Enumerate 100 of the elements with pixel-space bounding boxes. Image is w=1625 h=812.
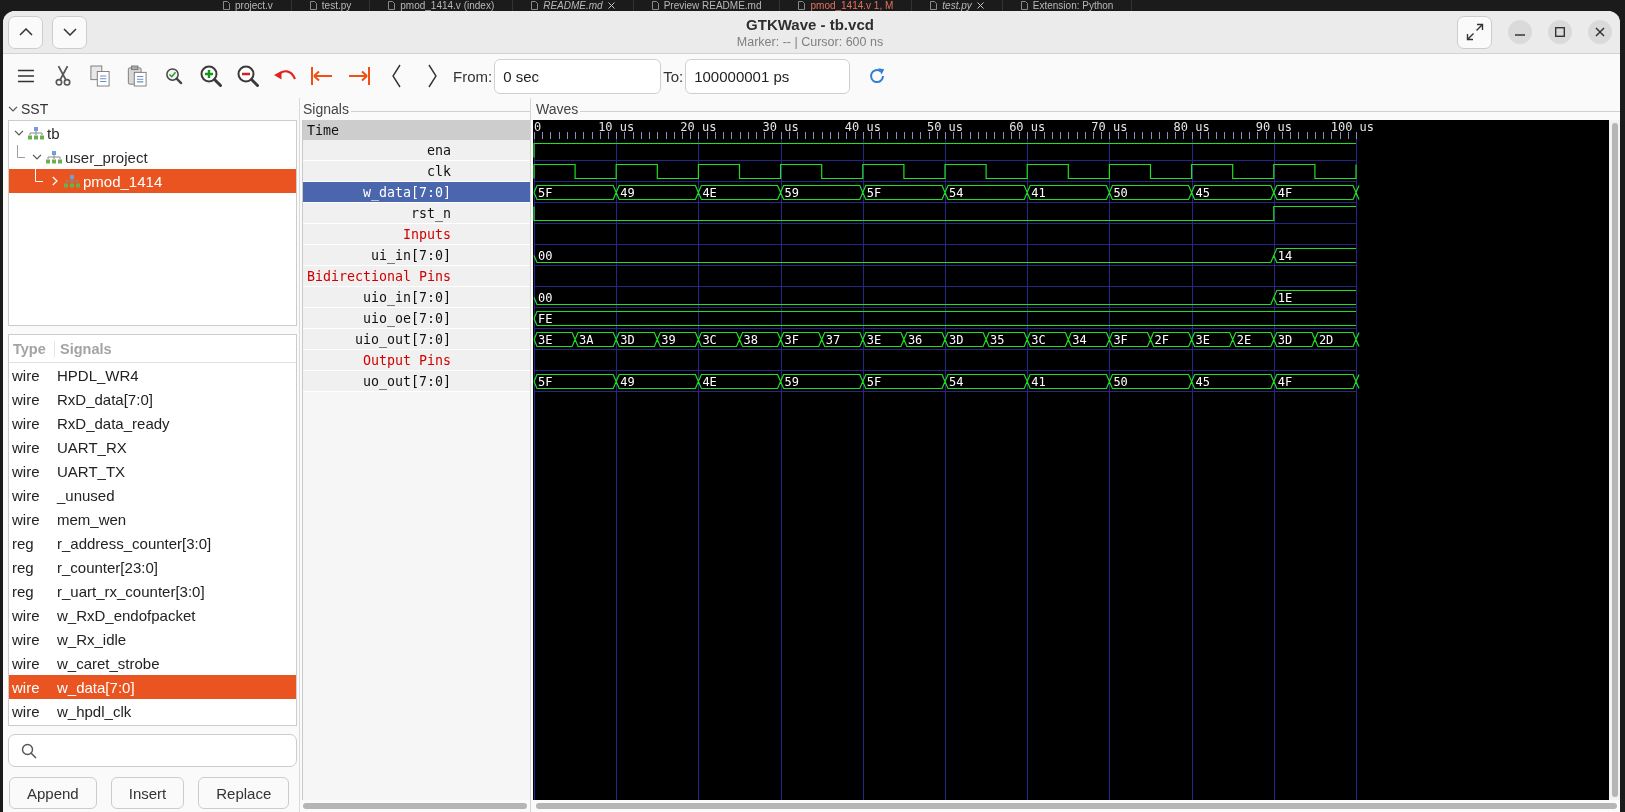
comment-row[interactable]: Inputs [303,224,530,245]
pane-title: Signals [302,101,350,117]
chevron-down-icon[interactable] [8,106,18,112]
from-field[interactable]: 0 sec [494,58,662,94]
signal-list-row[interactable]: reg r_uart_rx_counter[3:0] [9,579,296,603]
bus-value: 3E [866,333,882,347]
signal-name-cell: w_caret_strobe [57,654,160,672]
chevron-down-icon[interactable] [32,154,42,160]
signal-list-row[interactable]: wire RxD_data_ready [9,411,296,435]
file-icon [930,1,938,10]
type-cell-text: reg [11,534,35,552]
signal-list-row[interactable]: wire RxD_data[7:0] [9,387,296,411]
file-icon [309,1,317,10]
tree-item[interactable]: pmod_1414 [9,169,296,193]
time-tick-label: 0 [534,120,542,134]
type-cell-text: wire [11,462,41,480]
minimize-button[interactable] [1508,20,1532,44]
signal-list-row[interactable]: wire UART_RX [9,435,296,459]
time-tick-label: 40 us [844,120,881,134]
signal-row[interactable]: uio_in[7:0] [303,287,530,308]
vertical-scrollbar[interactable] [1609,120,1620,800]
search-icon [21,742,37,759]
signal-row[interactable]: w_data[7:0] [303,182,530,203]
signal-name-cell: w_RxD_endofpacket [57,606,196,624]
signal-list-row[interactable]: wire mem_wen [9,507,296,531]
time-tick-label: 80 us [1173,120,1210,134]
bus-value: 45 [1195,375,1211,389]
type-cell-text: wire [11,414,41,432]
signal-list-row[interactable]: wire _unused [9,483,296,507]
bus-value: 54 [949,375,964,389]
bus-value: 2F [1154,333,1169,347]
up-button[interactable] [8,15,43,49]
tree-item[interactable]: tb [9,121,296,145]
search-field[interactable] [8,734,297,767]
tree-item[interactable]: user_project [9,145,296,169]
signal-row[interactable]: ena [303,140,530,161]
right-arrow-bar-icon [346,66,371,86]
signal-list-row[interactable]: wire w_RxD_endofpacket [9,603,296,627]
to-field[interactable]: 100000001 ps [685,58,851,94]
signal-list-row[interactable]: wire HPDL_WR4 [9,363,296,387]
chevron-right-icon[interactable] [52,176,58,186]
bus-value: 3D [949,333,964,347]
bus-value: 39 [661,333,676,347]
signal-list-row[interactable]: reg r_address_counter[3:0] [9,531,296,555]
comment-row[interactable]: Bidirectional Pins [303,266,530,287]
bus-value: 41 [1031,375,1046,389]
signal-row[interactable]: uo_out[7:0] [303,371,530,392]
type-cell-text: reg [11,582,35,600]
close-icon[interactable] [607,2,615,9]
chevron-down-icon [62,28,77,36]
signal-list-row[interactable]: wire w_hpdl_clk [9,699,296,723]
left-arrow-bar-icon [309,66,334,86]
action-button[interactable]: Append [9,777,97,809]
bus-value: 2D [1318,333,1334,347]
hierarchy-icon [64,174,80,188]
signal-name-cell: r_address_counter[3:0] [57,534,212,552]
signal-list-row[interactable]: wire w_caret_strobe [9,651,296,675]
scissors-icon [53,65,72,87]
signal-list-row[interactable]: wire w_Rx_idle [9,627,296,651]
action-button[interactable]: Replace [198,777,290,809]
signal-row[interactable]: uio_out[7:0] [303,329,530,350]
diagonal-arrows-icon [1465,23,1484,41]
close-icon[interactable] [976,2,984,9]
comment-row[interactable]: Output Pins [303,350,530,371]
signal-name-cell: RxD_data_ready [57,414,170,432]
type-cell-text: wire [11,486,41,504]
close-icon [1595,27,1605,37]
copy-icon [89,65,110,87]
signal-list-row[interactable]: wire UART_TX [9,459,296,483]
signal-name-cell: w_Rx_idle [57,630,127,648]
type-cell-text: wire [11,390,41,408]
action-button[interactable]: Insert [110,777,185,809]
sst-title: SST [21,101,49,117]
bus-value: 3D [1277,333,1293,347]
type-cell-text: wire [11,606,41,624]
close-button[interactable] [1588,20,1612,44]
bus-value: FE [538,312,553,326]
signal-row[interactable]: clk [303,161,530,182]
bus-value: 59 [784,375,800,389]
time-tick-label: 50 us [926,120,964,134]
bus-value: 3D [620,333,635,347]
bus-value: 4E [702,375,717,389]
maximize-button[interactable] [1548,20,1572,44]
window-subtitle: Marker: -- | Cursor: 600 ns [736,34,884,49]
bus-value: 3F [784,333,800,347]
bus-value: 4F [1277,186,1293,200]
signal-row[interactable]: uio_oe[7:0] [303,308,530,329]
chevron-down-icon[interactable] [14,130,24,136]
file-icon [223,1,230,10]
signal-name-cell: UART_TX [57,462,126,480]
down-button[interactable] [52,15,87,49]
signal-name-cell: w_hpdl_clk [57,702,132,720]
tree-guide-line [35,169,43,182]
signal-list-row[interactable]: reg r_counter[23:0] [9,555,296,579]
signal-row[interactable]: rst_n [303,203,530,224]
bus-value: 2E [1236,333,1252,347]
bus-value: 5F [538,375,553,389]
signal-list-row[interactable]: wire w_data[7:0] [9,675,296,699]
fullscreen-button[interactable] [1457,15,1492,49]
signal-row[interactable]: ui_in[7:0] [303,245,530,266]
